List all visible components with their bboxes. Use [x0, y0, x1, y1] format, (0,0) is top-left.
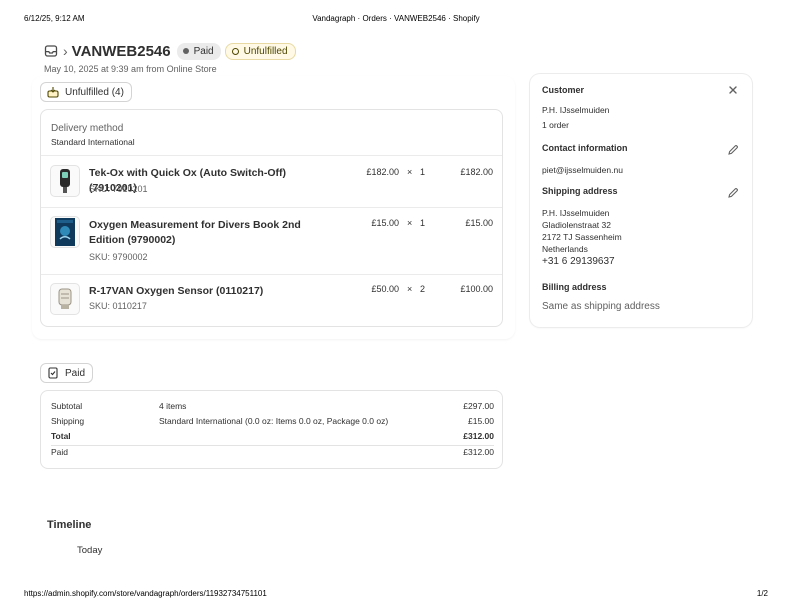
- line-item-quantity: 2: [420, 284, 426, 294]
- payment-row-value: £312.00: [463, 431, 494, 441]
- payment-summary-box: Subtotal 4 items £297.00 Shipping Standa…: [40, 390, 503, 469]
- paid-status-label: Paid: [65, 367, 86, 379]
- chevron-right-icon: ›: [63, 43, 68, 59]
- contact-info-title: Contact information: [542, 143, 628, 153]
- multiply-sign: ×: [407, 218, 413, 228]
- oxygen-analyser-icon[interactable]: [50, 165, 80, 197]
- timeline-today-label: Today: [77, 545, 103, 556]
- shipping-address-line: P.H. IJsselmuiden: [542, 208, 610, 218]
- payment-status-label: Paid: [193, 45, 214, 57]
- line-item-quantity: 1: [420, 218, 426, 228]
- line-item-sku: SKU: 9790002: [89, 252, 148, 262]
- customer-email[interactable]: piet@ijsselmuiden.nu: [542, 164, 623, 176]
- billing-address-value: Same as shipping address: [542, 301, 660, 312]
- paid-dot-icon: [182, 48, 189, 54]
- delivery-method-title: Delivery method: [51, 123, 124, 134]
- print-url: https://admin.shopify.com/store/vandagra…: [24, 589, 267, 598]
- payment-row-detail: Standard International (0.0 oz: Items 0.…: [159, 416, 389, 426]
- unfulfilled-status-pill[interactable]: Unfulfilled (4): [40, 82, 132, 102]
- line-item-name[interactable]: R-17VAN Oxygen Sensor (0110217): [89, 284, 334, 299]
- payment-row-label: Shipping: [51, 416, 85, 426]
- line-item-price: £50.00: [371, 284, 399, 294]
- fulfillment-status-label: Unfulfilled: [243, 45, 288, 57]
- unfulfilled-ring-icon: [231, 47, 239, 55]
- line-item-quantity: 1: [420, 167, 426, 177]
- payment-row-value: £297.00: [463, 401, 494, 411]
- line-item: Oxygen Measurement for Divers Book 2nd E…: [41, 207, 502, 274]
- fulfillment-items-box: Delivery method Standard International T…: [40, 109, 503, 327]
- close-icon[interactable]: [727, 84, 739, 96]
- timeline-title: Timeline: [47, 519, 92, 531]
- line-item-total: £100.00: [460, 284, 493, 294]
- payment-row-label: Total: [51, 431, 71, 441]
- customer-name[interactable]: P.H. IJsselmuiden: [542, 104, 609, 116]
- line-item-total: £15.00: [465, 218, 493, 228]
- print-footer: https://admin.shopify.com/store/vandagra…: [0, 589, 792, 601]
- payment-row-detail: 4 items: [159, 401, 187, 411]
- customer-phone[interactable]: +31 6 29139637: [542, 256, 615, 267]
- customer-title: Customer: [542, 85, 585, 95]
- billing-address-title: Billing address: [542, 282, 607, 292]
- line-item: R-17VAN Oxygen Sensor (0110217) SKU: 011…: [41, 274, 502, 327]
- customer-card: Customer P.H. IJsselmuiden 1 order Conta…: [530, 74, 752, 327]
- book-cover-icon[interactable]: [50, 216, 80, 248]
- shipping-address-line: 2172 TJ Sassenheim: [542, 232, 622, 242]
- payment-row-subtotal: Subtotal 4 items £297.00: [51, 401, 494, 413]
- payment-row-value: £15.00: [468, 416, 494, 426]
- payment-row-total: Total £312.00: [51, 431, 494, 443]
- payment-row-label: Subtotal: [51, 401, 83, 411]
- paid-status-pill[interactable]: Paid: [40, 363, 94, 383]
- customer-order-count[interactable]: 1 order: [542, 119, 569, 131]
- payment-row-label: Paid: [51, 447, 69, 457]
- delivery-method-value: Standard International: [51, 137, 135, 147]
- line-item-name[interactable]: Oxygen Measurement for Divers Book 2nd E…: [89, 218, 334, 248]
- page-title: VANWEB2546: [71, 42, 171, 60]
- edit-contact-pencil-icon[interactable]: [727, 144, 739, 156]
- shipping-address-line: Netherlands: [542, 244, 588, 254]
- order-header: › VANWEB2546 Paid Unfulfilled: [44, 40, 300, 62]
- fulfillment-status-badge: Unfulfilled: [224, 42, 296, 60]
- line-item: Tek-Ox with Quick Ox (Auto Switch-Off) (…: [41, 155, 502, 207]
- shipping-address-title: Shipping address: [542, 186, 618, 196]
- payment-row-shipping: Shipping Standard International (0.0 oz:…: [51, 416, 494, 428]
- line-item-sku: SKU: 0110217: [89, 301, 147, 311]
- multiply-sign: ×: [407, 284, 413, 294]
- oxygen-sensor-icon[interactable]: [50, 283, 80, 315]
- print-page-number: 1/2: [756, 589, 768, 598]
- payment-status-badge: Paid: [176, 42, 221, 60]
- payment-row-value: £312.00: [463, 447, 494, 457]
- line-item-price: £15.00: [371, 218, 399, 228]
- receipt-check-icon: [47, 367, 59, 379]
- unfulfilled-status-label: Unfulfilled (4): [65, 86, 124, 98]
- orders-inbox-icon[interactable]: [44, 44, 58, 58]
- edit-shipping-pencil-icon[interactable]: [727, 187, 739, 199]
- order-subtitle: May 10, 2025 at 9:39 am from Online Stor…: [44, 64, 217, 74]
- payment-row-paid: Paid £312.00: [51, 447, 494, 459]
- line-item-price: £182.00: [366, 167, 399, 177]
- print-header: 6/12/25, 9:12 AM Vandagraph · Orders · V…: [0, 14, 792, 26]
- unfulfilled-box-icon: [47, 86, 59, 98]
- print-title: Vandagraph · Orders · VANWEB2546 · Shopi…: [312, 14, 480, 23]
- multiply-sign: ×: [407, 167, 413, 177]
- line-item-total: £182.00: [460, 167, 493, 177]
- line-item-sku: SKU: 7910201: [89, 184, 148, 194]
- divider: [51, 445, 494, 446]
- shipping-address-line: Gladiolenstraat 32: [542, 220, 611, 230]
